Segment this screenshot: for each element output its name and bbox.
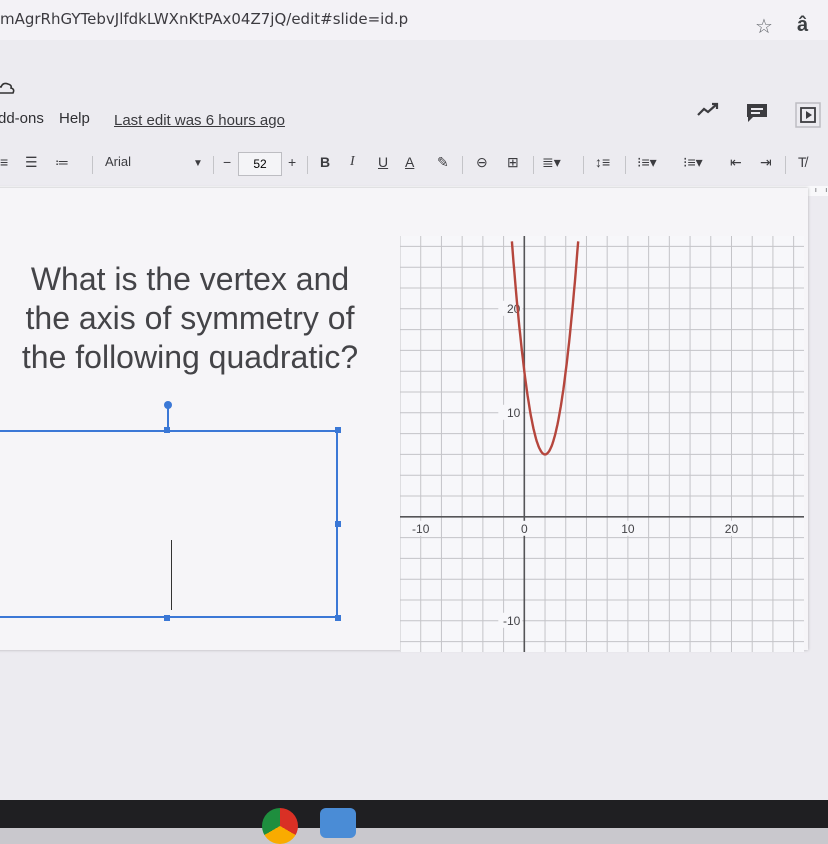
question-line: the following quadratic? <box>21 339 359 375</box>
clear-formatting-icon[interactable]: T̸ <box>798 154 807 170</box>
x-tick-label: 10 <box>621 522 635 536</box>
increase-indent-icon[interactable]: ⇥ <box>760 154 772 171</box>
extension-icon[interactable]: â <box>797 14 808 37</box>
star-icon[interactable]: ☆ <box>755 14 773 39</box>
font-dropdown-icon[interactable]: ▼ <box>193 158 203 169</box>
text-cursor <box>171 540 172 610</box>
align-left-icon[interactable]: ≡ <box>0 154 8 170</box>
y-tick-label: 10 <box>507 406 521 420</box>
resize-handle-bottom-right[interactable] <box>335 615 341 621</box>
numbered-list-icon[interactable]: ⁝≡▾ <box>637 154 657 171</box>
quadratic-graph: -10 0 10 20-101020 <box>400 236 804 652</box>
files-app-icon[interactable] <box>320 808 356 838</box>
line-spacing-icon-2[interactable]: ↕≡ <box>595 154 610 170</box>
text-color-button[interactable]: A <box>405 154 414 170</box>
increase-font-button[interactable]: + <box>288 154 296 170</box>
insert-comment-icon[interactable]: ⊞ <box>507 154 519 171</box>
comment-icon[interactable] <box>745 102 769 124</box>
decrease-font-button[interactable]: − <box>223 154 231 170</box>
cloud-saved-icon <box>0 82 15 94</box>
question-line: the axis of symmetry of <box>25 300 355 336</box>
align-icon[interactable]: ≣▾ <box>542 154 561 171</box>
last-edit-link[interactable]: Last edit was 6 hours ago <box>114 112 285 129</box>
question-text[interactable]: What is the vertex and the axis of symme… <box>4 260 376 377</box>
menu-addons[interactable]: dd-ons <box>0 110 44 127</box>
chrome-icon[interactable] <box>262 808 298 844</box>
x-tick-label: 0 <box>521 522 528 536</box>
link-icon[interactable]: ⊖ <box>476 154 488 171</box>
italic-button[interactable]: I <box>350 154 355 170</box>
present-icon[interactable] <box>795 102 821 128</box>
question-line: What is the vertex and <box>30 261 350 297</box>
url-text[interactable]: mAgrRhGYTebvJlfdkLWXnKtPAx04Z7jQ/edit#sl… <box>0 10 408 28</box>
font-size-input[interactable]: 52 <box>238 152 282 176</box>
align-center-icon[interactable]: ☰ <box>25 154 38 171</box>
resize-handle-top[interactable] <box>164 427 170 433</box>
x-tick-label: -10 <box>412 522 430 536</box>
resize-handle-right[interactable] <box>335 521 341 527</box>
y-tick-label: -10 <box>503 614 521 628</box>
underline-button[interactable]: U <box>378 154 388 170</box>
graph-background <box>400 236 804 652</box>
highlight-icon[interactable]: ✎ <box>437 154 449 171</box>
menu-help[interactable]: Help <box>59 110 90 127</box>
decrease-indent-icon[interactable]: ⇤ <box>730 154 742 171</box>
format-toolbar: ≡ ☰ ≔ Arial ▼ − 52 + B I U A ✎ ⊖ ⊞ ≣▾ ↕≡… <box>0 148 828 178</box>
x-tick-label: 20 <box>725 522 739 536</box>
line-spacing-icon[interactable]: ≔ <box>55 154 69 171</box>
rotate-handle[interactable] <box>164 401 172 409</box>
activity-dashboard-icon[interactable] <box>697 102 719 118</box>
os-taskbar <box>0 800 828 828</box>
answer-text-box[interactable] <box>0 430 338 618</box>
resize-handle-bottom[interactable] <box>164 615 170 621</box>
bulleted-list-icon[interactable]: ⁝≡▾ <box>683 154 703 171</box>
resize-handle-top-right[interactable] <box>335 427 341 433</box>
address-bar[interactable]: mAgrRhGYTebvJlfdkLWXnKtPAx04Z7jQ/edit#sl… <box>0 0 828 41</box>
font-family-select[interactable]: Arial <box>105 154 131 169</box>
bold-button[interactable]: B <box>320 154 330 170</box>
